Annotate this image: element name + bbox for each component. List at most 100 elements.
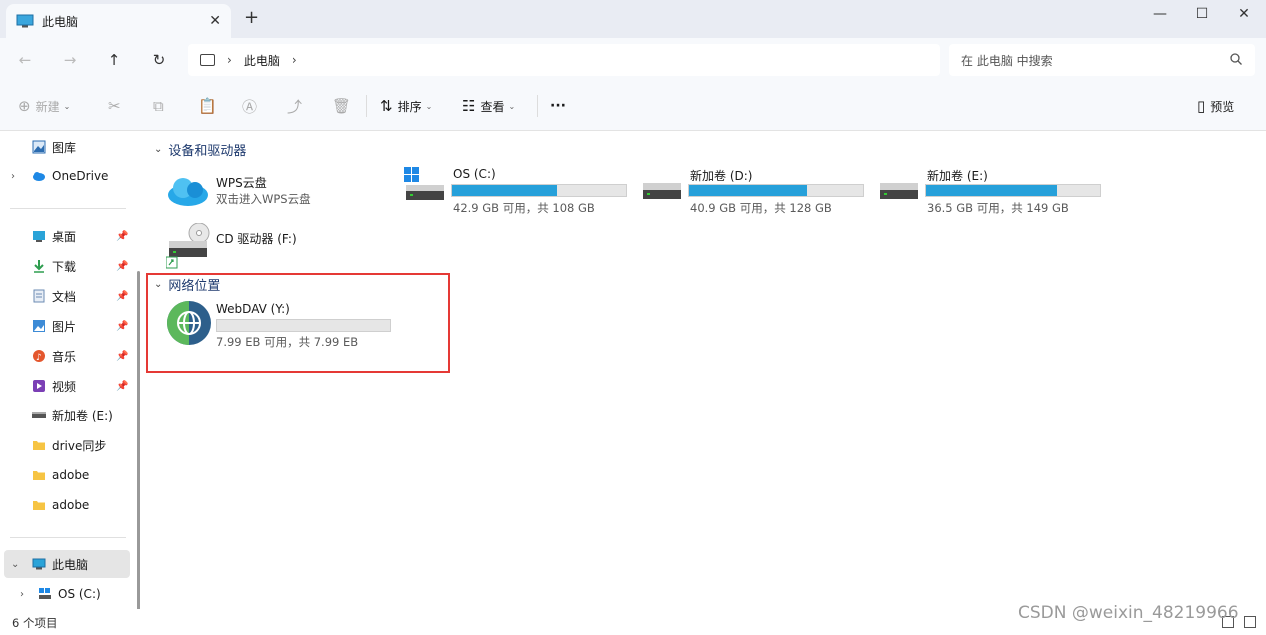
search-icon[interactable] xyxy=(1229,52,1243,66)
sort-button[interactable]: ⇅ 排序 ⌄ xyxy=(380,96,432,116)
drive-usage-fill xyxy=(689,185,808,196)
preview-button[interactable]: ▯ 预览 xyxy=(1197,96,1234,116)
cd-drive-icon xyxy=(166,223,210,269)
pin-icon[interactable]: 📌 xyxy=(116,351,128,362)
navigation-pane: 图库 › OneDrive 桌面 📌 下载 📌 文档 📌 图片 📌 ♪ 音乐 📌… xyxy=(0,131,140,611)
item-count: 6 个项目 xyxy=(12,616,58,630)
tiles-view-icon[interactable] xyxy=(1244,616,1256,628)
up-arrow-icon[interactable]: ↑ xyxy=(103,49,125,71)
sidebar-item-drive-e[interactable]: 新加卷 (E:) xyxy=(0,401,130,429)
sidebar-item-label: 图片 xyxy=(52,319,77,334)
refresh-icon[interactable]: ↻ xyxy=(148,49,170,71)
divider xyxy=(10,537,126,538)
sidebar-item-label: adobe xyxy=(52,498,90,512)
pin-icon[interactable]: 📌 xyxy=(116,381,128,392)
drive-tile-d[interactable]: 新加卷 (D:) 40.9 GB 可用，共 128 GB xyxy=(641,165,871,225)
drive-icon xyxy=(32,412,46,418)
title-bar: 此电脑 ✕ + — ☐ ✕ xyxy=(0,0,1266,38)
video-icon xyxy=(33,380,45,392)
sidebar-item-os-c[interactable]: › OS (C:) xyxy=(0,580,130,608)
divider xyxy=(10,208,126,209)
watermark: CSDN @weixin_48219966 xyxy=(1018,603,1239,623)
drive-tile-e[interactable]: 新加卷 (E:) 36.5 GB 可用，共 149 GB xyxy=(878,165,1108,225)
search-input[interactable]: 在 此电脑 中搜索 xyxy=(949,44,1255,76)
sidebar-item-documents[interactable]: 文档 📌 xyxy=(0,282,130,310)
sidebar-item-label: 下载 xyxy=(52,259,77,274)
pin-icon[interactable]: 📌 xyxy=(116,321,128,332)
pictures-icon xyxy=(33,320,45,332)
desktop-icon xyxy=(33,231,45,242)
group-header-devices[interactable]: ⌄ 设备和驱动器 xyxy=(154,140,246,159)
tab-this-pc[interactable]: 此电脑 ✕ xyxy=(6,4,231,38)
drive-usage-bar xyxy=(688,184,864,197)
sidebar-item-music[interactable]: ♪ 音乐 📌 xyxy=(0,342,130,370)
sidebar-item-onedrive[interactable]: › OneDrive xyxy=(0,162,130,190)
pin-icon[interactable]: 📌 xyxy=(116,261,128,272)
chevron-down-icon[interactable]: ⌄ xyxy=(154,144,162,155)
divider xyxy=(366,95,367,117)
sidebar-item-downloads[interactable]: 下载 📌 xyxy=(0,252,130,280)
maximize-button[interactable]: ☐ xyxy=(1190,6,1214,26)
sidebar-item-label: drive同步 xyxy=(52,438,107,453)
drive-tile-c[interactable]: OS (C:) 42.9 GB 可用，共 108 GB xyxy=(404,165,634,225)
wps-cloud-tile[interactable]: WPS云盘 双击进入WPS云盘 xyxy=(166,171,386,231)
delete-icon[interactable]: 🗑 xyxy=(332,96,356,116)
breadcrumb[interactable]: 此电脑 xyxy=(244,52,280,69)
chevron-right-icon[interactable]: › xyxy=(227,53,232,67)
new-button[interactable]: ⊕ 新建 ⌄ xyxy=(18,96,70,116)
share-icon[interactable]: ⤴ xyxy=(287,96,307,116)
close-window-button[interactable]: ✕ xyxy=(1232,6,1256,26)
rename-icon[interactable]: Ⓐ xyxy=(242,96,262,116)
sidebar-item-adobe[interactable]: adobe xyxy=(0,491,130,519)
sidebar-item-drive-sync[interactable]: drive同步 xyxy=(0,431,130,459)
sidebar-item-label: 音乐 xyxy=(52,349,77,364)
download-icon xyxy=(34,260,44,273)
drive-usage-fill xyxy=(452,185,557,196)
command-bar: ⊕ 新建 ⌄ ✂ ⧉ 📋 Ⓐ ⤴ 🗑 ⇅ 排序 ⌄ ☷ 查看 ⌄ ··· ▯ 预… xyxy=(0,81,1266,131)
view-list-icon: ☷ xyxy=(462,97,476,115)
drive-icon xyxy=(880,183,918,199)
chevron-right-icon[interactable]: › xyxy=(292,53,297,67)
chevron-right-icon[interactable]: › xyxy=(20,589,24,600)
pc-icon xyxy=(32,558,46,570)
folder-icon xyxy=(33,441,45,450)
minimize-button[interactable]: — xyxy=(1148,6,1172,26)
sidebar-item-videos[interactable]: 视频 📌 xyxy=(0,372,130,400)
chevron-down-icon[interactable]: ⌄ xyxy=(11,559,19,570)
new-tab-button[interactable]: + xyxy=(244,9,259,27)
sidebar-item-desktop[interactable]: 桌面 📌 xyxy=(0,222,130,250)
view-button[interactable]: ☷ 查看 ⌄ xyxy=(462,96,515,116)
sidebar-item-label: 文档 xyxy=(52,289,77,304)
cut-icon[interactable]: ✂ xyxy=(108,96,126,116)
sidebar-item-this-pc[interactable]: ⌄ 此电脑 xyxy=(4,550,130,578)
chevron-right-icon[interactable]: › xyxy=(11,171,15,182)
view-label: 查看 xyxy=(480,99,505,114)
forward-arrow-icon[interactable]: → xyxy=(59,49,81,71)
sidebar-item-adobe[interactable]: adobe xyxy=(0,461,130,489)
gallery-icon xyxy=(32,140,46,154)
address-bar[interactable]: › 此电脑 › xyxy=(188,44,940,76)
wps-cloud-icon xyxy=(168,178,208,206)
preview-pane-icon: ▯ xyxy=(1197,97,1206,115)
drive-name: 新加卷 (E:) xyxy=(927,169,988,183)
sidebar-item-gallery[interactable]: 图库 xyxy=(0,133,130,161)
pin-icon[interactable]: 📌 xyxy=(116,231,128,242)
folder-icon xyxy=(33,501,45,510)
back-arrow-icon[interactable]: ← xyxy=(14,49,36,71)
cloud-icon xyxy=(33,172,45,181)
sidebar-item-label: 此电脑 xyxy=(52,557,89,572)
more-options-button[interactable]: ··· xyxy=(550,96,566,116)
chevron-down-icon: ⌄ xyxy=(425,101,433,111)
sidebar-scrollbar[interactable] xyxy=(137,271,140,611)
copy-icon[interactable]: ⧉ xyxy=(153,96,169,116)
search-placeholder: 在 此电脑 中搜索 xyxy=(961,53,1053,68)
paste-icon[interactable]: 📋 xyxy=(198,96,222,116)
tab-close-icon[interactable]: ✕ xyxy=(209,13,221,29)
pin-icon[interactable]: 📌 xyxy=(116,291,128,302)
os-drive-icon xyxy=(39,588,51,599)
drive-capacity: 40.9 GB 可用，共 128 GB xyxy=(690,201,832,215)
sidebar-item-label: 图库 xyxy=(52,140,77,155)
sidebar-item-pictures[interactable]: 图片 📌 xyxy=(0,312,130,340)
drive-usage-fill xyxy=(926,185,1058,196)
new-label: 新建 xyxy=(35,99,60,114)
